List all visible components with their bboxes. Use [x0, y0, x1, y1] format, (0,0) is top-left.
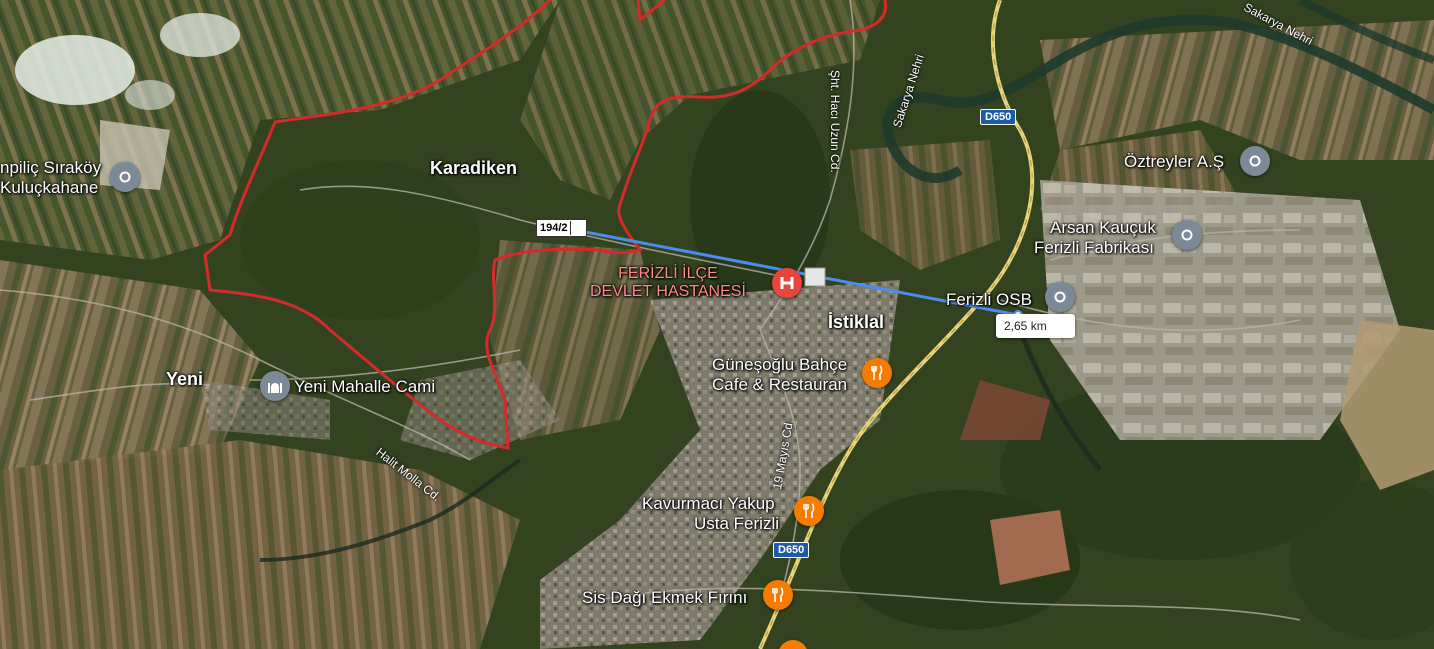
highway-shield-d650-bottom: D650: [773, 542, 810, 558]
satellite-terrain: [0, 0, 1434, 649]
location-pin-icon[interactable]: [1240, 146, 1270, 176]
poi-label-gunesoglu-line1[interactable]: Güneşoğlu Bahçe: [712, 355, 847, 375]
poi-label-pilic-line1[interactable]: npiliç Sıraköy: [0, 158, 101, 178]
poi-label-sis-dagi-firin[interactable]: Sis Dağı Ekmek Fırını: [582, 588, 747, 608]
fork-knife-icon: [871, 365, 883, 380]
poi-label-kavurmaci-line2[interactable]: Usta Ferizli: [694, 514, 779, 534]
poi-label-oztreyler[interactable]: Öztreyler A.Ş: [1124, 152, 1224, 172]
place-label-istiklal: İstiklal: [828, 312, 885, 332]
satellite-map[interactable]: Karadiken Yeni İstiklal Şht. Hacı Uzun C…: [0, 0, 1434, 649]
distance-value: 2,65 km: [1004, 319, 1047, 333]
measure-midpoint-handle[interactable]: [804, 267, 826, 287]
poi-label-kavurmaci-line1[interactable]: Kavurmacı Yakup: [642, 494, 775, 514]
poi-label-hospital-line2: DEVLET HASTANESİ: [590, 283, 746, 300]
place-label-yeni: Yeni: [166, 369, 204, 389]
location-pin-icon: [119, 171, 131, 183]
fork-knife-icon: [803, 503, 815, 518]
fork-knife-icon: [772, 587, 784, 602]
poi-label-pilic-line2[interactable]: Kuluçkahane: [0, 178, 98, 198]
hospital-icon[interactable]: [772, 268, 802, 298]
location-pin-icon: [1054, 291, 1066, 303]
poi-label-yeni-mahalle-cami[interactable]: Yeni Mahalle Cami: [294, 377, 435, 397]
road-label-haci-uzun: Şht. Hacı Uzun Cd.: [828, 70, 842, 173]
hospital-h-icon: [780, 277, 794, 289]
parcel-number-text: 194/2: [540, 221, 568, 234]
parcel-label-box: [569, 221, 583, 235]
location-pin-icon[interactable]: [1045, 282, 1075, 312]
poi-label-arsan-line1[interactable]: Arsan Kauçuk: [1050, 218, 1156, 238]
mosque-icon[interactable]: [260, 371, 290, 401]
poi-label-ferizli-osb[interactable]: Ferizli OSB: [946, 290, 1032, 310]
distance-tooltip[interactable]: 2,65 km: [996, 314, 1075, 338]
location-pin-icon: [1181, 229, 1193, 241]
poi-label-hospital-line1: FERİZLİ İLÇE: [618, 265, 718, 282]
restaurant-icon[interactable]: [862, 358, 892, 388]
highway-shield-d650-top: D650: [980, 109, 1017, 125]
restaurant-icon[interactable]: [794, 496, 824, 526]
mosque-icon: [268, 383, 282, 393]
place-label-karadiken: Karadiken: [430, 158, 518, 178]
location-pin-icon[interactable]: [1172, 220, 1202, 250]
parcel-number-label[interactable]: 194/2: [536, 219, 587, 237]
poi-label-arsan-line2[interactable]: Ferizli Fabrikası: [1034, 238, 1154, 258]
location-pin-icon: [1249, 155, 1261, 167]
location-pin-icon[interactable]: [110, 162, 140, 192]
poi-label-gunesoglu-line2[interactable]: Cafe & Restauran: [712, 375, 847, 395]
poi-label-hospital[interactable]: FERİZLİ İLÇE DEVLET HASTANESİ: [590, 265, 746, 301]
restaurant-icon[interactable]: [763, 580, 793, 610]
